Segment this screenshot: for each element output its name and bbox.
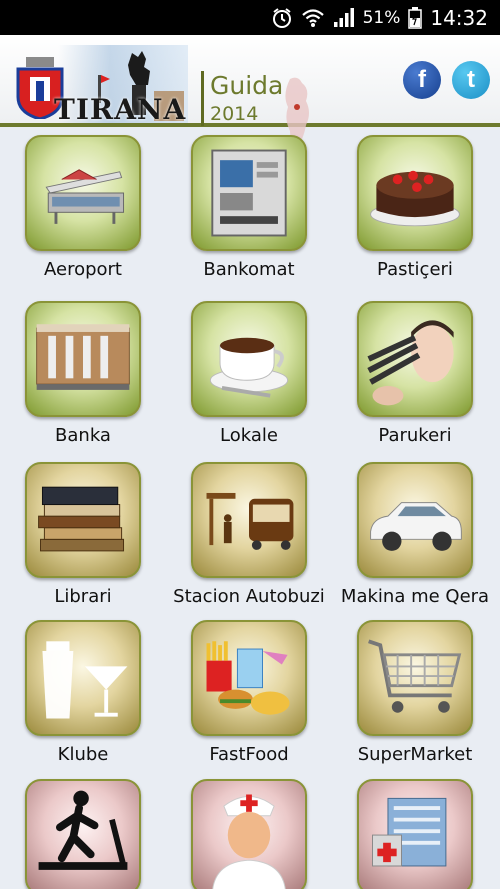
twitter-icon: t [467, 66, 475, 93]
rental-car-icon [357, 462, 473, 578]
tile-label: Bankomat [203, 259, 295, 280]
tile-lokale[interactable]: Lokale [166, 301, 332, 446]
books-icon [25, 462, 141, 578]
bank-icon [25, 301, 141, 417]
battery-icon [408, 6, 423, 29]
tile-label: Makina me Qera [340, 586, 490, 607]
shopping-cart-icon [357, 620, 473, 736]
tile-label: Librari [54, 586, 112, 607]
tile-aeroport[interactable]: Aeroport [0, 135, 166, 280]
alarm-icon [272, 7, 291, 28]
atm-icon [191, 135, 307, 251]
facebook-button[interactable]: f [403, 61, 441, 99]
header-divider [201, 71, 204, 126]
tile-label: Parukeri [378, 425, 452, 446]
app-header: TIRANA Guida 2014 f t [0, 35, 500, 147]
doctor-icon [191, 779, 307, 889]
twitter-button[interactable]: t [452, 61, 490, 99]
tile-fitness[interactable] [0, 779, 166, 889]
cocktail-icon [25, 620, 141, 736]
app-year: 2014 [210, 103, 259, 125]
wifi-icon [301, 8, 324, 27]
app-title: Guida [210, 71, 284, 100]
battery-percent: 51% [362, 7, 401, 28]
makeup-brushes-icon [357, 301, 473, 417]
hospital-icon [357, 779, 473, 889]
tile-label: Aeroport [44, 259, 122, 280]
tile-label: SuperMarket [357, 744, 473, 765]
status-bar: 51% 14:32 [0, 0, 500, 35]
tile-makina-me-qera[interactable]: Makina me Qera [332, 462, 498, 607]
airport-icon [25, 135, 141, 251]
treadmill-icon [25, 779, 141, 889]
tile-label: FastFood [209, 744, 289, 765]
tile-label: Pastiçeri [377, 259, 453, 280]
tile-doctor[interactable] [166, 779, 332, 889]
tile-label: Lokale [220, 425, 278, 446]
tile-stacion-autobuzi[interactable]: Stacion Autobuzi [166, 462, 332, 607]
tile-pasticeri[interactable]: Pastiçeri [332, 135, 498, 280]
tile-librari[interactable]: Librari [0, 462, 166, 607]
tile-label: Klube [57, 744, 109, 765]
tile-label: Stacion Autobuzi [173, 586, 325, 607]
tile-bankomat[interactable]: Bankomat [166, 135, 332, 280]
coffee-cup-icon [191, 301, 307, 417]
tile-hospital[interactable] [332, 779, 498, 889]
tile-parukeri[interactable]: Parukeri [332, 301, 498, 446]
category-grid: Aeroport Bankomat Pastiçeri Banka Lokale… [0, 127, 500, 889]
signal-icon [333, 7, 354, 27]
cake-icon [357, 135, 473, 251]
bus-stop-icon [191, 462, 307, 578]
tile-klube[interactable]: Klube [0, 620, 166, 765]
city-name: TIRANA [54, 93, 187, 126]
tile-fastfood[interactable]: FastFood [166, 620, 332, 765]
status-clock: 14:32 [430, 5, 488, 30]
tile-banka[interactable]: Banka [0, 301, 166, 446]
tile-supermarket[interactable]: SuperMarket [332, 620, 498, 765]
tile-label: Banka [55, 425, 111, 446]
fastfood-icon [191, 620, 307, 736]
facebook-icon: f [418, 66, 426, 93]
